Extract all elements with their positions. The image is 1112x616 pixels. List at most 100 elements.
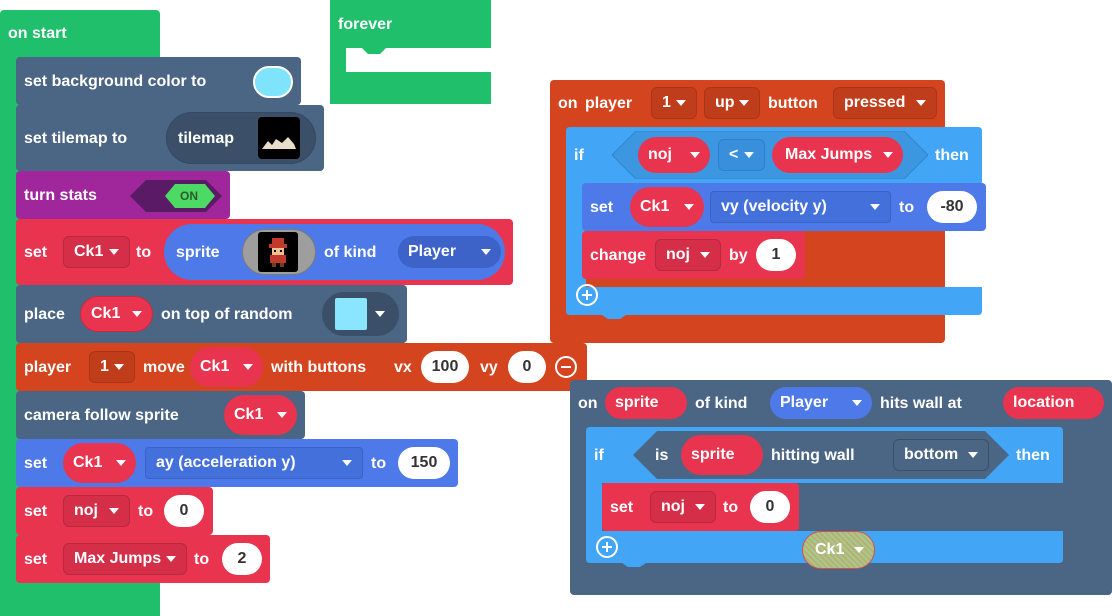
tilemap-thumbnail[interactable] — [258, 117, 300, 159]
event-name: pressed — [844, 94, 906, 111]
tile-swatch — [335, 298, 367, 330]
variable-name: Ck1 — [74, 243, 104, 260]
on-label: on — [578, 395, 598, 412]
button-name: up — [715, 94, 735, 111]
property-dropdown[interactable]: vy (velocity y) — [710, 191, 891, 223]
variable-name: noj — [666, 246, 690, 263]
tilemap-preview-icon — [262, 137, 296, 149]
of-kind-label: of kind — [324, 244, 377, 261]
vy-input[interactable]: 0 — [508, 351, 546, 383]
background-color-swatch[interactable] — [253, 66, 293, 98]
chevron-down-icon — [109, 249, 119, 255]
chevron-down-icon — [277, 412, 287, 418]
chevron-down-icon — [109, 508, 119, 514]
kind-name: Player — [408, 243, 457, 260]
parameter-name: sprite — [615, 394, 659, 411]
variable-name: noj — [661, 498, 685, 515]
to-label: to — [371, 455, 387, 472]
player-label: player — [585, 95, 633, 112]
move-label: move — [143, 359, 185, 376]
to-label: to — [723, 499, 739, 516]
player-label: player — [24, 359, 72, 376]
variable-dropdown[interactable]: noj — [63, 495, 130, 527]
sprite-thumbnail — [258, 232, 298, 272]
variable-name: Max Jumps — [785, 146, 873, 163]
variable-dropdown[interactable]: Ck1 — [630, 187, 704, 227]
vy-label: vy — [480, 359, 498, 376]
of-kind-label: of kind — [695, 395, 748, 412]
variable-dropdown[interactable]: Max Jumps — [772, 137, 903, 173]
chevron-down-icon — [676, 100, 686, 106]
acceleration-input[interactable]: 150 — [398, 447, 450, 479]
chevron-down-icon — [695, 504, 705, 510]
kind-dropdown[interactable]: Player — [398, 236, 501, 268]
property-name: ay (acceleration y) — [156, 454, 296, 471]
turn-stats-label: turn stats — [24, 187, 97, 204]
stats-toggle[interactable] — [130, 180, 222, 212]
max-jumps-input[interactable]: 2 — [222, 543, 262, 575]
player-number-dropdown[interactable]: 1 — [89, 351, 135, 383]
velocity-input[interactable]: -80 — [927, 191, 977, 223]
variable-name: Ck1 — [815, 541, 845, 558]
noj-value-input[interactable]: 0 — [750, 491, 790, 523]
player-number-dropdown[interactable]: 1 — [651, 87, 697, 119]
wall-side: bottom — [904, 446, 959, 463]
chevron-down-icon — [132, 311, 142, 317]
add-else-button[interactable] — [596, 536, 618, 558]
player-sprite-icon — [269, 238, 287, 267]
property-name: vy (velocity y) — [721, 198, 827, 215]
variable-name: Ck1 — [234, 406, 264, 423]
variable-name: Ck1 — [640, 198, 670, 215]
button-dropdown[interactable]: up — [704, 87, 760, 119]
variable-name: Max Jumps — [74, 550, 162, 567]
if-label: if — [594, 447, 604, 464]
variable-name: Ck1 — [91, 305, 121, 322]
variable-dropdown[interactable]: Ck1 — [80, 296, 153, 332]
to-label: to — [138, 503, 154, 520]
add-else-button[interactable] — [576, 284, 598, 306]
chevron-down-icon — [739, 100, 749, 106]
is-label: is — [655, 447, 669, 464]
chevron-down-icon — [375, 311, 385, 317]
hitting-wall-label: hitting wall — [771, 447, 855, 464]
sprite-parameter[interactable]: sprite — [681, 435, 763, 475]
variable-dropdown[interactable]: Ck1 — [63, 236, 130, 268]
vx-input[interactable]: 100 — [421, 351, 469, 383]
variable-dropdown[interactable]: Max Jumps — [63, 543, 187, 575]
sprite-label: sprite — [176, 244, 220, 261]
remove-parameter-button[interactable] — [555, 356, 577, 378]
operator-dropdown[interactable]: < — [718, 139, 765, 171]
chevron-down-icon — [243, 364, 253, 370]
player-number: 1 — [662, 94, 671, 111]
stats-toggle-label: ON — [180, 189, 198, 203]
dragged-variable-reporter[interactable]: Ck1 — [802, 531, 875, 569]
property-dropdown[interactable]: ay (acceleration y) — [145, 447, 363, 479]
event-dropdown[interactable]: pressed — [833, 87, 937, 119]
chevron-down-icon — [870, 204, 880, 210]
sprite-parameter[interactable]: sprite — [605, 387, 687, 419]
set-tilemap-label: set tilemap to — [24, 130, 128, 147]
player-number: 1 — [100, 358, 109, 375]
by-label: by — [729, 247, 748, 264]
wall-side-dropdown[interactable]: bottom — [893, 439, 989, 471]
chevron-down-icon — [744, 152, 754, 158]
kind-dropdown[interactable]: Player — [770, 387, 872, 419]
variable-dropdown[interactable]: noj — [638, 137, 710, 173]
noj-value-input[interactable]: 0 — [164, 495, 204, 527]
to-label: to — [194, 551, 210, 568]
variable-dropdown[interactable]: Ck1 — [224, 395, 297, 435]
variable-dropdown[interactable]: Ck1 — [63, 443, 136, 483]
variable-dropdown[interactable]: Ck1 — [190, 347, 263, 387]
chevron-down-icon — [166, 556, 176, 562]
chevron-down-icon — [883, 152, 893, 158]
variable-dropdown[interactable]: noj — [655, 239, 721, 271]
location-parameter[interactable]: location — [1003, 387, 1104, 419]
set-label: set — [24, 455, 48, 472]
variable-name: Ck1 — [73, 454, 103, 471]
then-label: then — [1016, 447, 1050, 464]
variable-dropdown[interactable]: noj — [650, 491, 716, 523]
change-label: change — [590, 247, 647, 264]
on-start-label: on start — [8, 25, 67, 42]
operator: < — [729, 146, 739, 163]
change-value-input[interactable]: 1 — [756, 239, 796, 271]
